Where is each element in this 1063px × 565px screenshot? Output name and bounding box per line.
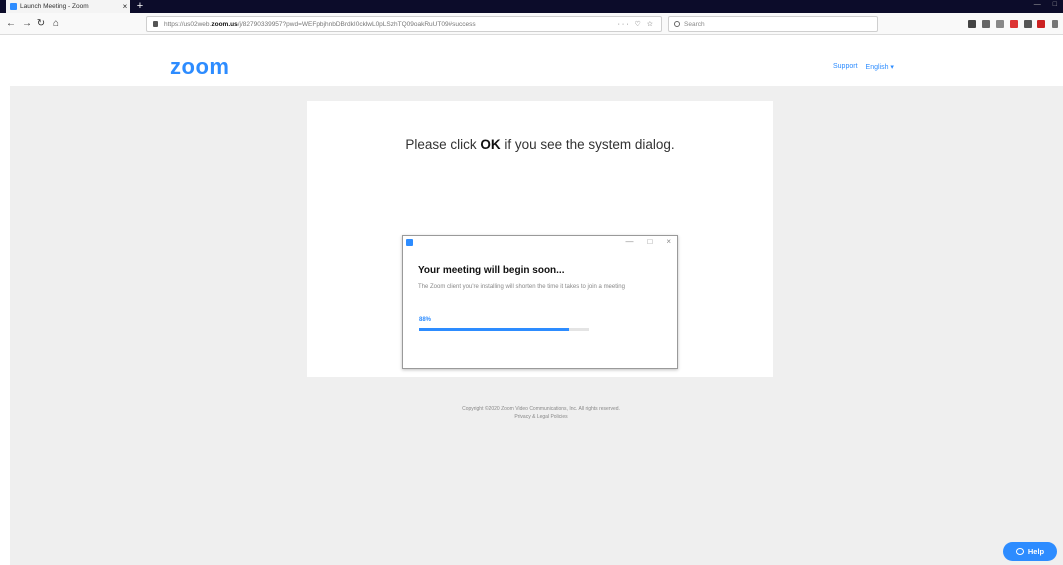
library-icon[interactable] [982,20,990,28]
sidebar-icon[interactable] [996,20,1004,28]
url-actions-icons[interactable]: ··· ♡ ☆ [618,20,655,28]
back-button[interactable]: ← [4,17,18,31]
dialog-window-controls: — □ × [625,237,671,246]
browser-tab-strip: Launch Meeting - Zoom × + — □ [0,0,1063,13]
search-placeholder: Search [684,20,705,28]
downloads-icon[interactable] [968,20,976,28]
dialog-description: The Zoom client you're installing will s… [418,284,625,290]
tab-title: Launch Meeting - Zoom [20,3,89,10]
progress-bar-fill [419,328,569,331]
maximize-window-icon[interactable]: □ [1053,1,1057,8]
meeting-dialog: — □ × Your meeting will begin soon... Th… [402,235,678,369]
reload-button[interactable]: ↻ [34,17,48,31]
dialog-heading: Your meeting will begin soon... [418,265,565,276]
extension-icon[interactable] [1024,20,1032,28]
dialog-minimize-icon[interactable]: — [625,237,633,246]
search-icon [674,21,680,27]
support-link[interactable]: Support [833,63,858,71]
browser-tab[interactable]: Launch Meeting - Zoom × [6,0,130,13]
extension-red-b-icon[interactable] [1037,20,1045,28]
progress-bar [419,328,589,331]
page-footer: Copyright ©2020 Zoom Video Communication… [430,405,652,421]
zoom-header: zoom Support English ▾ [0,36,1063,86]
lock-icon [153,21,158,27]
zoom-favicon-icon [10,3,17,10]
menu-icon[interactable] [1052,20,1058,28]
minimize-window-icon[interactable]: — [1034,1,1041,8]
zoom-app-icon [406,239,413,246]
privacy-link[interactable]: Privacy & Legal Policies [430,413,652,421]
extension-red-icon[interactable] [1010,20,1018,28]
new-tab-button[interactable]: + [134,0,146,13]
window-controls: — □ [1034,1,1057,8]
forward-button[interactable]: → [20,17,34,31]
chat-bubble-icon [1015,548,1024,555]
browser-navbar: ← → ↻ ⌂ https://us02web.zoom.us/j/827903… [0,13,1063,35]
header-links: Support English ▾ [833,63,894,71]
home-button[interactable]: ⌂ [49,17,63,31]
tab-close-icon[interactable]: × [120,2,130,11]
address-bar[interactable]: https://us02web.zoom.us/j/82790339957?pw… [146,16,662,32]
dialog-maximize-icon[interactable]: □ [647,237,652,246]
language-select[interactable]: English ▾ [866,63,894,71]
progress-percent: 88% [419,317,432,323]
zoom-logo[interactable]: zoom [170,56,229,78]
url-text: https://us02web.zoom.us/j/82790339957?pw… [164,20,476,28]
help-button[interactable]: Help [1003,542,1057,561]
card-title: Please click OK if you see the system di… [405,137,675,152]
help-label: Help [1027,547,1045,556]
dialog-close-icon[interactable]: × [666,237,671,246]
search-input[interactable]: Search [668,16,878,32]
copyright-text: Copyright ©2020 Zoom Video Communication… [462,406,620,412]
